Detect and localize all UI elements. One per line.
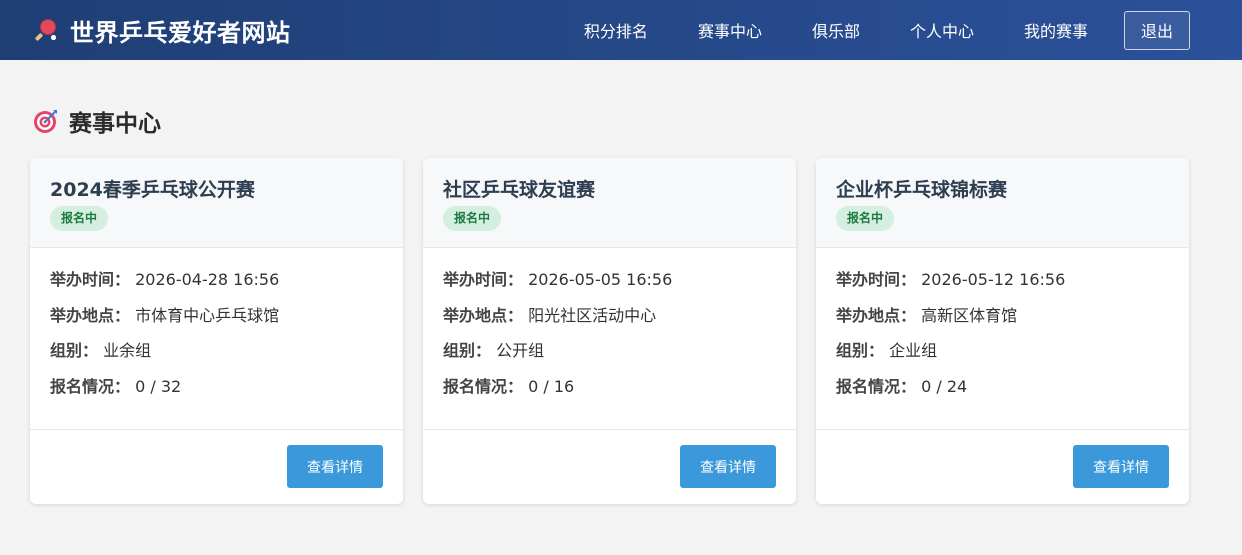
time-label: 举办时间： (443, 270, 524, 289)
target-icon (33, 108, 59, 134)
event-title: 企业杯乒乓球锦标赛 (836, 179, 1008, 201)
ping-pong-paddle-icon (34, 18, 58, 42)
event-group: 企业组 (889, 341, 938, 360)
nav-links: 积分排名 赛事中心 俱乐部 个人中心 我的赛事 退出 (559, 0, 1190, 60)
card-body: 举办时间： 2026-04-28 16:56 举办地点： 市体育中心乒乓球馆 组… (30, 248, 403, 430)
top-navbar: 世界乒乓爱好者网站 积分排名 赛事中心 俱乐部 个人中心 我的赛事 退出 (0, 0, 1242, 60)
signup-label: 报名情况： (50, 376, 131, 396)
group-label: 组别： (50, 341, 99, 360)
event-location: 阳光社区活动中心 (528, 305, 657, 325)
nav-item-clubs[interactable]: 俱乐部 (787, 18, 885, 42)
event-card-list: 2024春季乒乓球公开赛 报名中 举办时间： 2026-04-28 16:56 … (30, 158, 1209, 504)
status-badge: 报名中 (50, 206, 109, 231)
event-signup-row: 报名情况： 0 / 16 (443, 377, 776, 397)
status-badge: 报名中 (836, 206, 895, 231)
view-details-button[interactable]: 查看详情 (1073, 445, 1169, 488)
card-footer: 查看详情 (816, 430, 1189, 504)
event-signup: 0 / 24 (921, 376, 968, 396)
section-header: 赛事中心 (33, 104, 161, 138)
logout-button[interactable]: 退出 (1124, 10, 1190, 50)
time-label: 举办时间： (836, 270, 917, 289)
card-body: 举办时间： 2026-05-05 16:56 举办地点： 阳光社区活动中心 组别… (423, 248, 796, 430)
card-footer: 查看详情 (30, 430, 403, 504)
event-group: 业余组 (103, 341, 152, 360)
group-label: 组别： (836, 341, 885, 360)
view-details-button[interactable]: 查看详情 (287, 445, 383, 488)
event-location: 高新区体育馆 (921, 305, 1018, 325)
time-label: 举办时间： (50, 270, 131, 289)
event-title: 2024春季乒乓球公开赛 (50, 179, 255, 201)
event-signup-row: 报名情况： 0 / 32 (50, 377, 383, 397)
card-header: 社区乒乓球友谊赛 报名中 (423, 158, 796, 248)
event-location-row: 举办地点： 高新区体育馆 (836, 306, 1169, 326)
nav-item-my-events[interactable]: 我的赛事 (999, 18, 1113, 42)
event-group-row: 组别： 业余组 (50, 341, 383, 361)
event-title: 社区乒乓球友谊赛 (443, 179, 596, 201)
event-signup: 0 / 32 (135, 376, 182, 396)
location-label: 举办地点： (836, 305, 917, 325)
event-card: 2024春季乒乓球公开赛 报名中 举办时间： 2026-04-28 16:56 … (30, 158, 403, 504)
signup-label: 报名情况： (836, 376, 917, 396)
event-time-row: 举办时间： 2026-04-28 16:56 (50, 270, 383, 290)
nav-item-profile[interactable]: 个人中心 (885, 18, 999, 42)
event-time-row: 举办时间： 2026-05-12 16:56 (836, 270, 1169, 290)
nav-item-events[interactable]: 赛事中心 (673, 18, 787, 42)
location-label: 举办地点： (50, 305, 131, 325)
page-title: 赛事中心 (69, 111, 161, 137)
brand[interactable]: 世界乒乓爱好者网站 (34, 13, 291, 48)
card-body: 举办时间： 2026-05-12 16:56 举办地点： 高新区体育馆 组别： … (816, 248, 1189, 430)
event-group: 公开组 (496, 341, 545, 360)
card-header: 2024春季乒乓球公开赛 报名中 (30, 158, 403, 248)
view-details-button[interactable]: 查看详情 (680, 445, 776, 488)
site-title: 世界乒乓爱好者网站 (70, 18, 291, 47)
event-time: 2026-05-12 16:56 (921, 270, 1066, 289)
event-signup-row: 报名情况： 0 / 24 (836, 377, 1169, 397)
event-location-row: 举办地点： 市体育中心乒乓球馆 (50, 306, 383, 326)
event-location: 市体育中心乒乓球馆 (135, 305, 280, 325)
event-signup: 0 / 16 (528, 376, 575, 396)
card-header: 企业杯乒乓球锦标赛 报名中 (816, 158, 1189, 248)
event-group-row: 组别： 企业组 (836, 341, 1169, 361)
event-location-row: 举办地点： 阳光社区活动中心 (443, 306, 776, 326)
event-group-row: 组别： 公开组 (443, 341, 776, 361)
event-time-row: 举办时间： 2026-05-05 16:56 (443, 270, 776, 290)
location-label: 举办地点： (443, 305, 524, 325)
card-footer: 查看详情 (423, 430, 796, 504)
event-time: 2026-05-05 16:56 (528, 270, 673, 289)
signup-label: 报名情况： (443, 376, 524, 396)
group-label: 组别： (443, 341, 492, 360)
nav-item-ranking[interactable]: 积分排名 (559, 18, 673, 42)
event-time: 2026-04-28 16:56 (135, 270, 280, 289)
status-badge: 报名中 (443, 206, 502, 231)
event-card: 企业杯乒乓球锦标赛 报名中 举办时间： 2026-05-12 16:56 举办地… (816, 158, 1189, 504)
event-card: 社区乒乓球友谊赛 报名中 举办时间： 2026-05-05 16:56 举办地点… (423, 158, 796, 504)
